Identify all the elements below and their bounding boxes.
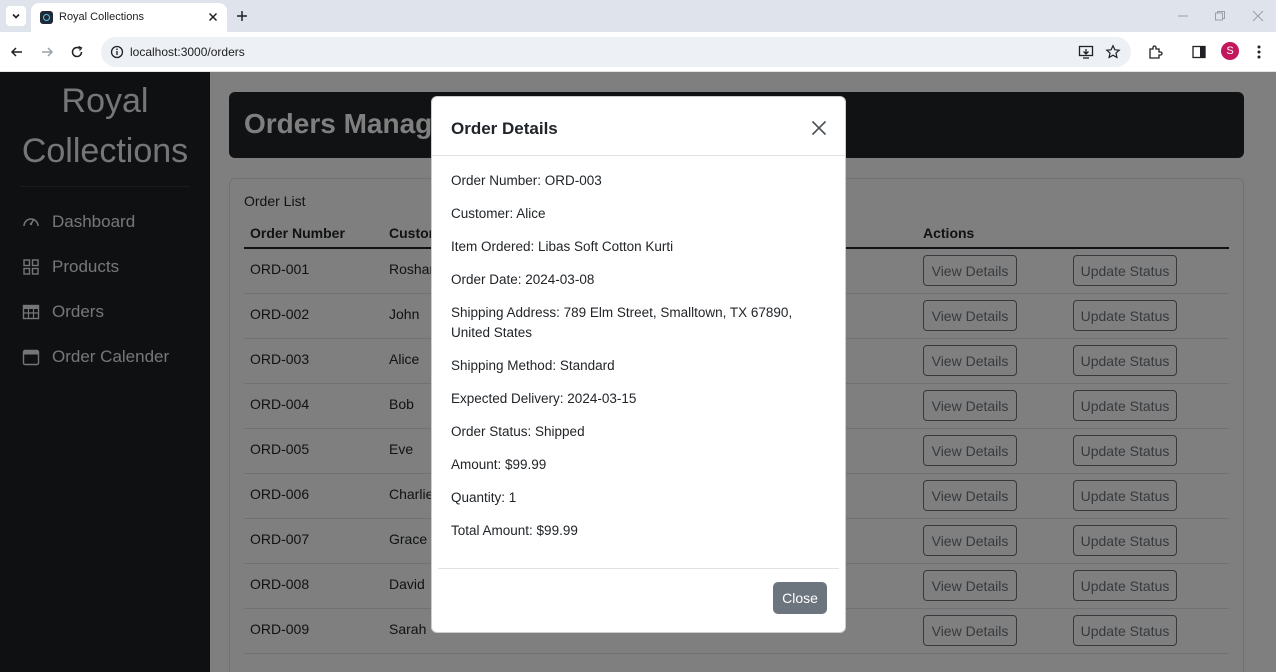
- modal-header: Order Details: [432, 97, 845, 156]
- modal-body: Order Number: ORD-003 Customer: Alice It…: [451, 171, 831, 554]
- browser-tab[interactable]: Royal Collections: [31, 3, 227, 32]
- window-close-icon[interactable]: [1250, 8, 1266, 24]
- modal-footer-divider: [438, 568, 839, 569]
- new-tab-plus-icon[interactable]: [233, 7, 251, 25]
- detail-item-ordered: Item Ordered: Libas Soft Cotton Kurti: [451, 239, 674, 254]
- site-info-icon[interactable]: [109, 44, 125, 60]
- browser-toolbar: localhost:3000/orders S: [0, 32, 1276, 72]
- modal-title: Order Details: [451, 119, 558, 138]
- tab-search-button[interactable]: [6, 6, 26, 26]
- detail-expected-delivery: Expected Delivery: 2024-03-15: [451, 391, 637, 406]
- close-button[interactable]: Close: [773, 582, 827, 614]
- detail-amount: Amount: $99.99: [451, 457, 547, 472]
- detail-customer: Customer: Alice: [451, 206, 546, 221]
- detail-shipping-address: Shipping Address: 789 Elm Street, Smallt…: [451, 305, 793, 340]
- back-arrow-icon[interactable]: [7, 42, 27, 62]
- chevron-down-icon: [12, 13, 20, 19]
- detail-order-date: Order Date: 2024-03-08: [451, 272, 595, 287]
- profile-avatar[interactable]: S: [1221, 42, 1239, 60]
- detail-order-status: Order Status: Shipped: [451, 424, 585, 439]
- order-details-modal: Order Details Order Number: ORD-003 Cust…: [431, 96, 846, 633]
- close-icon[interactable]: [810, 119, 828, 137]
- detail-total-amount: Total Amount: $99.99: [451, 523, 578, 538]
- bookmark-star-icon[interactable]: [1105, 44, 1121, 60]
- detail-quantity: Quantity: 1: [451, 490, 517, 505]
- forward-arrow-icon[interactable]: [37, 42, 57, 62]
- minimize-icon[interactable]: [1175, 8, 1191, 24]
- side-panel-icon[interactable]: [1189, 42, 1209, 62]
- react-favicon-icon: [40, 11, 53, 24]
- tab-title: Royal Collections: [59, 11, 144, 23]
- tab-close-icon[interactable]: [205, 9, 221, 25]
- detail-order-number: Order Number: ORD-003: [451, 173, 602, 188]
- url-text[interactable]: localhost:3000/orders: [130, 45, 245, 59]
- install-app-icon[interactable]: [1078, 44, 1094, 60]
- kebab-menu-icon[interactable]: [1249, 42, 1269, 62]
- browser-tab-bar: Royal Collections: [0, 0, 1276, 32]
- extensions-puzzle-icon[interactable]: [1145, 42, 1165, 62]
- detail-shipping-method: Shipping Method: Standard: [451, 358, 615, 373]
- reload-icon[interactable]: [67, 42, 87, 62]
- restore-icon[interactable]: [1212, 8, 1228, 24]
- address-bar[interactable]: localhost:3000/orders: [101, 37, 1131, 67]
- app-page: Royal Collections Dashboard Products Ord…: [0, 72, 1276, 672]
